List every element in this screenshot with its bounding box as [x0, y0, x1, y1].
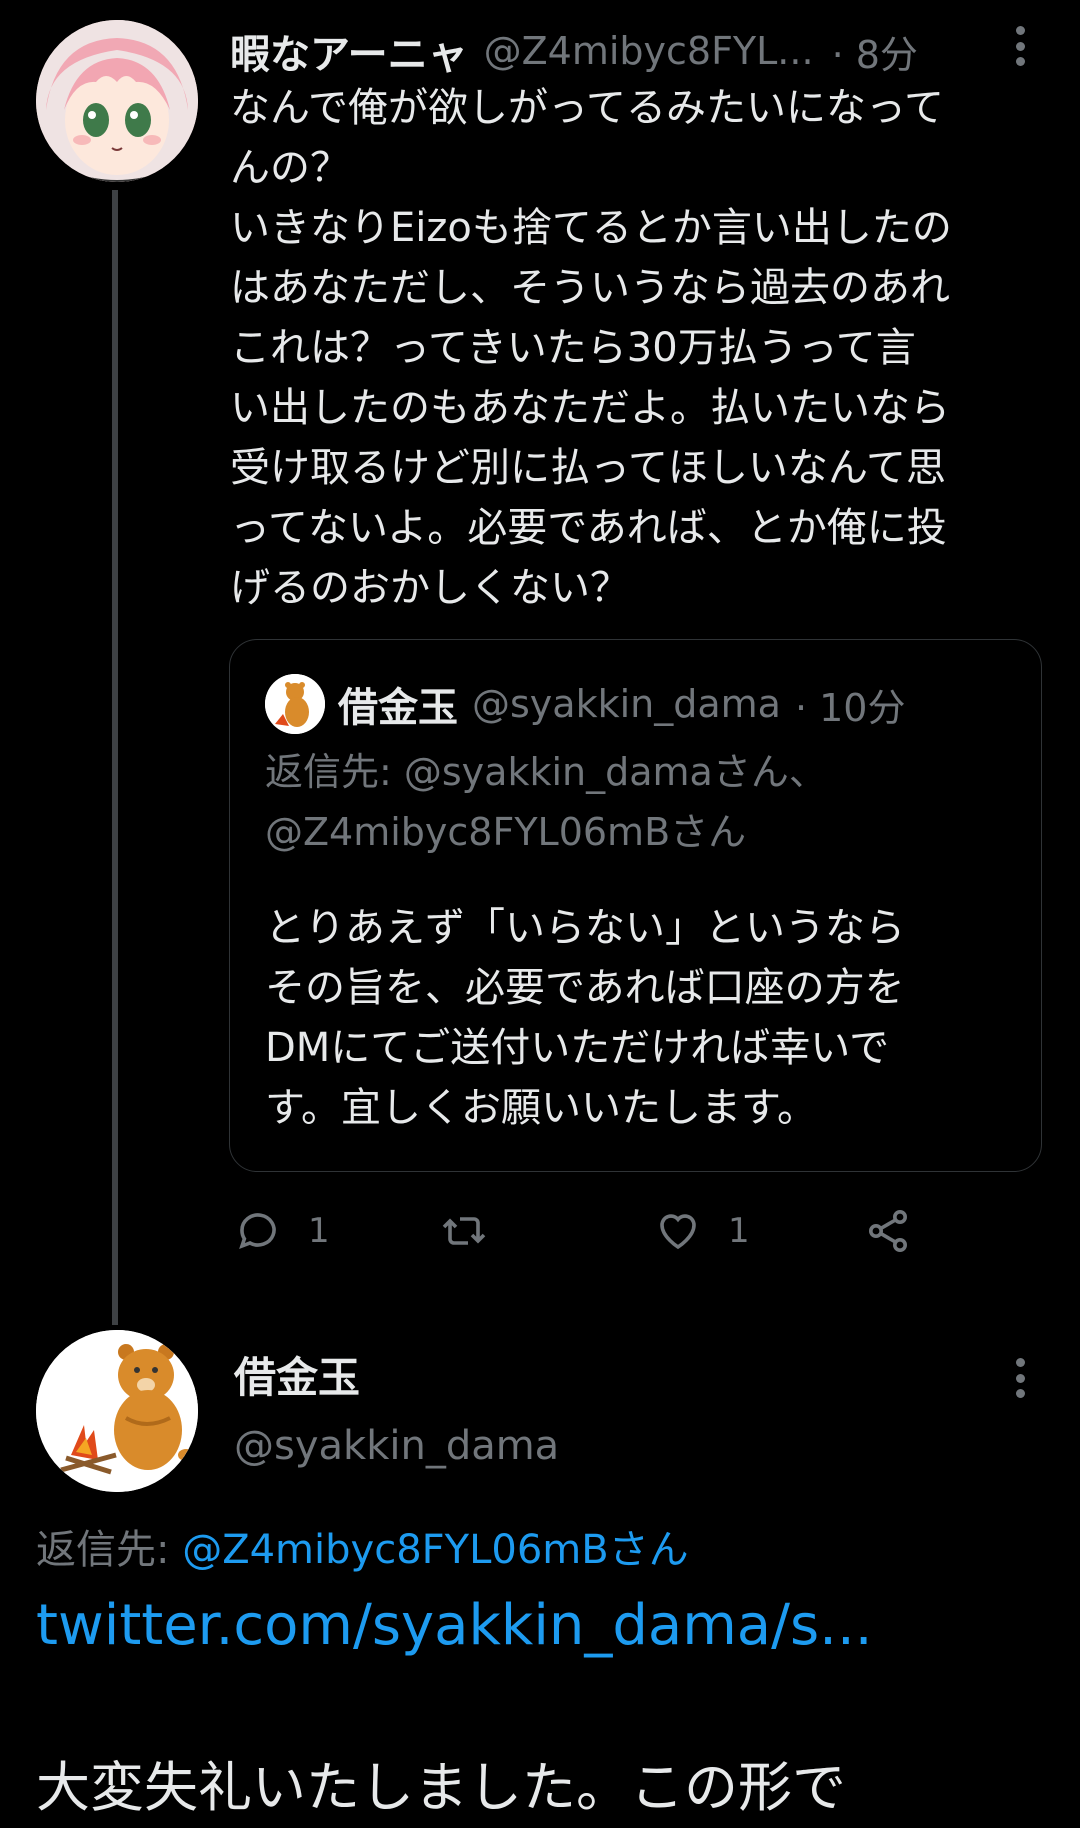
tweet2-partial-text: 大変失礼いたしました。この形で	[36, 1756, 846, 1819]
anya-avatar-image	[36, 20, 198, 182]
quote-line: その旨を、必要であれば口座の方を	[265, 965, 905, 1011]
quote-body: とりあえず「いらない」というなら その旨を、必要であれば口座の方を DMにてご送…	[265, 898, 1025, 1138]
tweet-line: ってないよ。必要であれば、とか俺に投	[230, 505, 947, 551]
quote-display-name: 借金玉	[338, 685, 458, 731]
like-button[interactable]: 1	[654, 1207, 750, 1255]
like-icon	[660, 1214, 696, 1250]
tweet-line: 受け取るけど別に払ってほしいなんて思	[230, 445, 946, 491]
quote-handle: @syakkin_dama	[472, 682, 781, 726]
share-button[interactable]	[864, 1207, 912, 1255]
quote-line: す。宜しくお願いいたします。	[265, 1085, 817, 1131]
retweet-icon	[442, 1217, 486, 1245]
tweet-link[interactable]: twitter.com/syakkin_dama/s...	[36, 1588, 873, 1664]
tweet2-handle[interactable]: @syakkin_dama	[234, 1418, 559, 1474]
thread-connector-line	[112, 190, 118, 1325]
quote-reply-to: 返信先: @syakkin_damaさん、 @Z4mibyc8FYL06mBさん	[265, 742, 827, 862]
quoted-tweet-card[interactable]: 借金玉 @syakkin_dama · 10分 返信先: @syakkin_da…	[229, 639, 1042, 1172]
quote-time: · 10分	[794, 685, 906, 730]
tweet-line: げるのおかしくない？	[230, 565, 630, 611]
quote-avatar	[265, 674, 325, 734]
quote-line: とりあえず「いらない」というなら	[265, 905, 905, 951]
reply-to-line: 返信先: @syakkin_damaさん、	[265, 750, 827, 794]
reply-icon	[239, 1213, 276, 1250]
quote-header: 借金玉 @syakkin_dama · 10分	[338, 674, 1038, 734]
tweet-line: これは？ってきいたら30万払うって言	[230, 325, 916, 371]
tweet2-reply-to: 返信先: @Z4mibyc8FYL06mBさん	[36, 1520, 689, 1580]
tweet-line: んの？	[230, 145, 350, 191]
avatar-syakkin-dama[interactable]	[36, 1330, 198, 1492]
bear-avatar-image	[36, 1330, 198, 1492]
retweet-button[interactable]	[440, 1207, 488, 1255]
tweet2-display-name[interactable]: 借金玉	[234, 1350, 360, 1406]
quote-line: DMにてご送付いただければ幸いで	[265, 1025, 890, 1071]
tweet-line: い出したのもあなただよ。払いたいなら	[230, 385, 950, 431]
like-count: 1	[728, 1211, 750, 1251]
bear-avatar-image	[265, 674, 325, 734]
reply-to-prefix: 返信先:	[36, 1527, 183, 1573]
reply-button[interactable]: 1	[234, 1207, 330, 1255]
more-icon[interactable]	[1015, 1358, 1025, 1398]
display-name[interactable]: 暇なアーニャ	[230, 22, 468, 80]
reply-to-mention[interactable]: @Z4mibyc8FYL06mBさん	[182, 1527, 688, 1573]
avatar-anya[interactable]	[36, 20, 198, 182]
tweet-line: はあなただし、そういうなら過去のあれ	[230, 265, 950, 311]
user-handle[interactable]: @Z4mibyc8FYL...	[484, 29, 814, 73]
tweet-time[interactable]: · 8分	[832, 24, 918, 79]
tweet-line: なんで俺が欲しがってるみたいになって	[230, 85, 944, 131]
reply-to-line: @Z4mibyc8FYL06mBさん	[265, 810, 747, 854]
tweet1-header: 暇なアーニャ @Z4mibyc8FYL... · 8分	[230, 20, 1030, 82]
tweet-line: いきなりEizoも捨てるとか言い出したの	[230, 205, 952, 251]
reply-count: 1	[308, 1211, 330, 1251]
share-icon	[869, 1210, 907, 1252]
tweet1-body: なんで俺が欲しがってるみたいになって んの？ いきなりEizoも捨てるとか言い出…	[230, 78, 1040, 618]
more-icon[interactable]	[1015, 26, 1025, 66]
